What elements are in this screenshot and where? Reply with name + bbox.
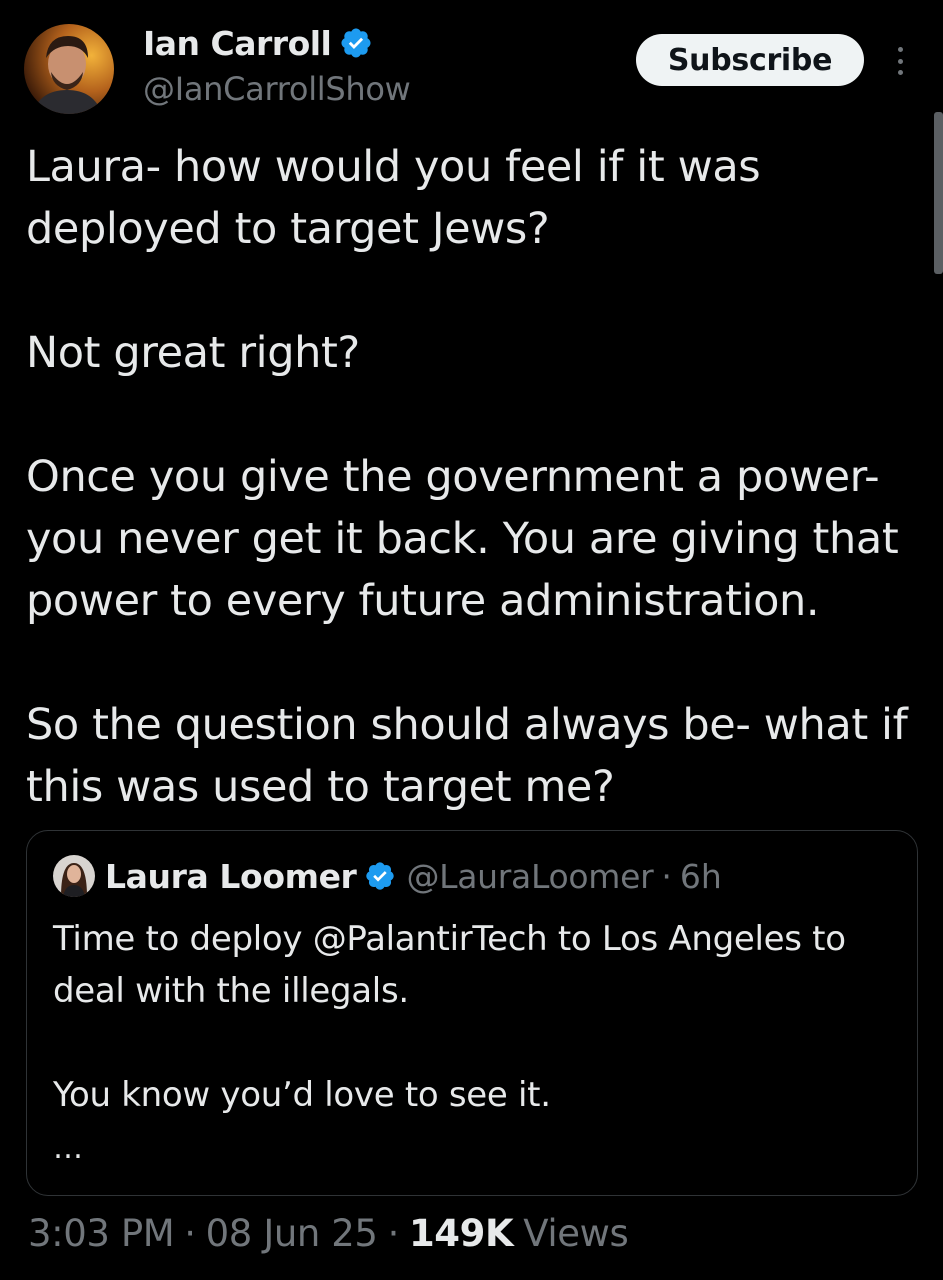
tweet-paragraph: Laura- how would you feel if it was depl… [26, 142, 761, 254]
verified-badge-icon [341, 28, 371, 58]
tweet-paragraph: Not great right? [26, 328, 360, 378]
more-dot [897, 58, 903, 64]
quoted-tweet-time[interactable]: 6h [680, 857, 722, 896]
scrollbar-thumb[interactable] [934, 112, 943, 274]
author-handle[interactable]: @IanCarrollShow [143, 70, 411, 108]
tweet-paragraph: So the question should always be- what i… [26, 700, 908, 812]
verified-badge-icon [366, 862, 395, 890]
tweet-paragraph: Once you give the government a power- yo… [26, 452, 899, 626]
tweet-text: Laura- how would you feel if it was depl… [26, 136, 926, 818]
quoted-tweet-text: Time to deploy @PalantirTech to Los Ange… [53, 913, 903, 1121]
tweet-detail-view: Ian Carroll @IanCarrollShow Subscribe La… [0, 0, 943, 1280]
separator-dot: · [387, 1212, 400, 1255]
quoted-tweet-paragraph: You know you’d love to see it. [53, 1075, 551, 1115]
separator-dot: · [661, 856, 672, 896]
quoted-tweet-paragraph: Time to deploy @PalantirTech to Los Ange… [53, 919, 846, 1011]
author-info[interactable]: Ian Carroll @IanCarrollShow [143, 22, 411, 109]
quoted-tweet[interactable]: Laura Loomer @LauraLoomer · 6h Time to d… [26, 830, 918, 1196]
more-dot [897, 70, 903, 75]
views-count[interactable]: 149K [409, 1212, 514, 1255]
author-name[interactable]: Ian Carroll [143, 24, 332, 63]
quoted-author-avatar[interactable] [53, 855, 95, 897]
tweet-meta: 3:03 PM · 08 Jun 25 · 149K Views [28, 1212, 629, 1255]
tweet-time[interactable]: 3:03 PM [28, 1212, 175, 1255]
separator-dot: · [184, 1212, 196, 1255]
quoted-author-name[interactable]: Laura Loomer [105, 857, 357, 896]
quoted-tweet-header: Laura Loomer @LauraLoomer · 6h [53, 855, 722, 897]
subscribe-button[interactable]: Subscribe [636, 34, 864, 86]
views-label[interactable]: Views [523, 1212, 628, 1255]
truncation-ellipsis: … [53, 1131, 83, 1166]
tweet-date[interactable]: 08 Jun 25 [206, 1212, 378, 1255]
more-vertical-icon[interactable] [888, 44, 912, 78]
author-avatar[interactable] [24, 24, 114, 114]
more-dot [897, 47, 903, 52]
quoted-author-handle[interactable]: @LauraLoomer [406, 857, 653, 896]
